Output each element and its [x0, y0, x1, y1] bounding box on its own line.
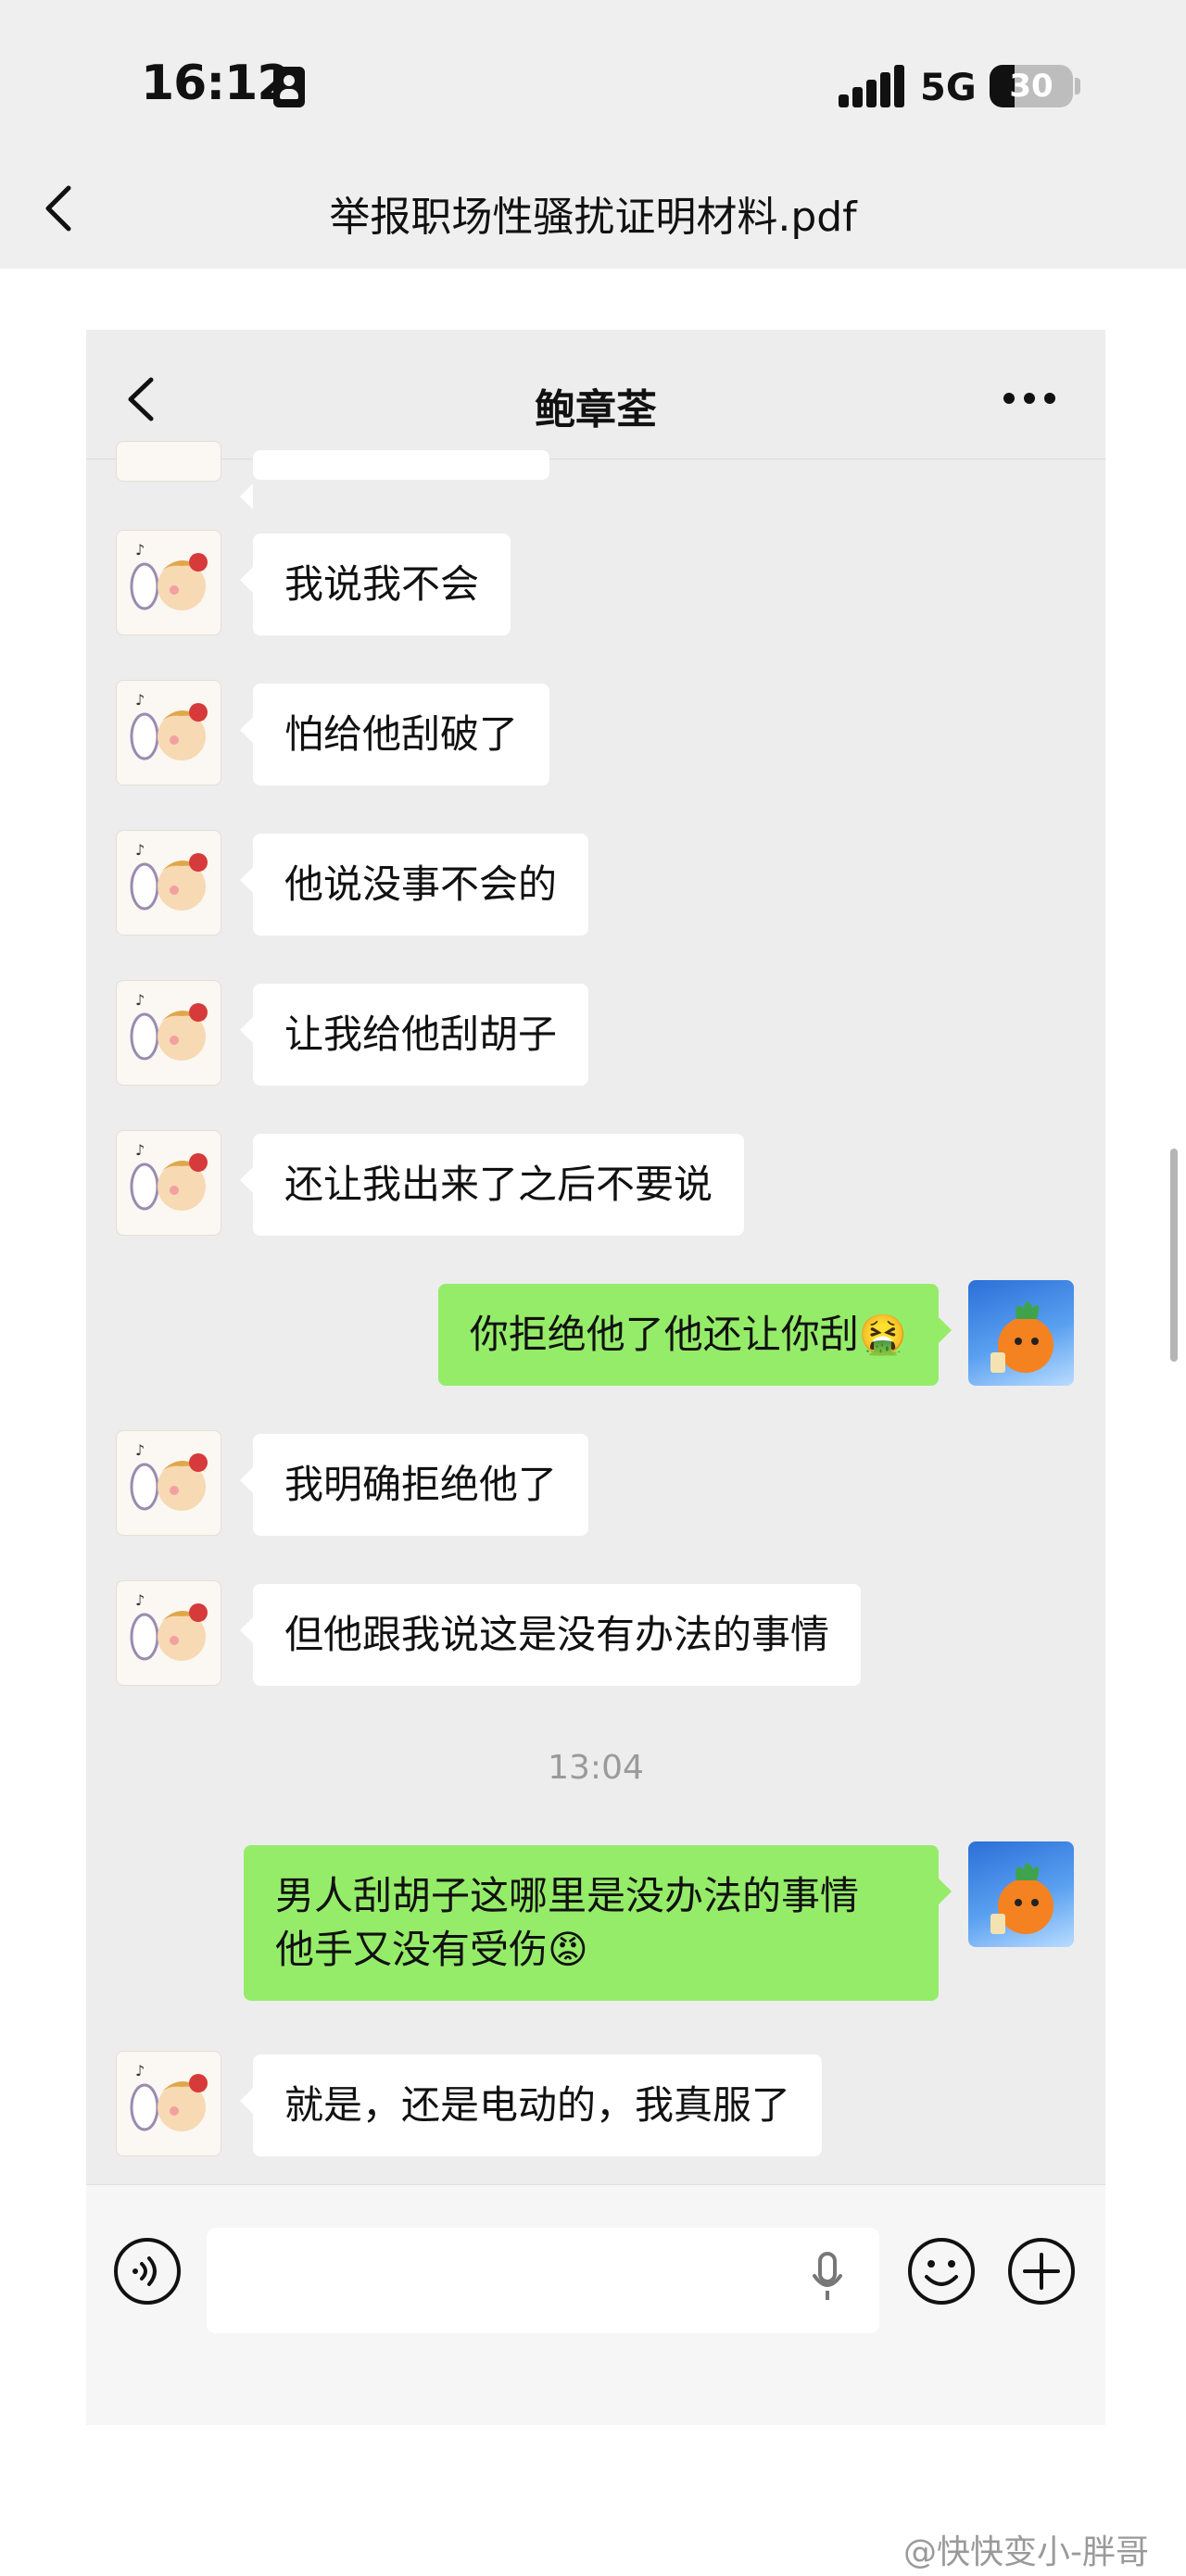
my-avatar[interactable] — [968, 1841, 1074, 1947]
contact-avatar[interactable]: ♪ — [116, 1580, 221, 1686]
svg-text:♪: ♪ — [135, 691, 145, 709]
network-type: 5G — [920, 67, 977, 109]
message-bubble-cut — [240, 450, 549, 509]
contact-card-icon — [273, 67, 305, 107]
chat-contact-name: 鲍章荃 — [535, 386, 657, 434]
carrot-character-icon — [990, 1301, 1054, 1373]
message-bubble: 但他跟我说这是没有办法的事情 — [239, 1584, 862, 1686]
svg-text:♪: ♪ — [135, 1141, 145, 1159]
chat-header: 鲍章荃 — [86, 330, 1105, 459]
contact-avatar[interactable]: ♪ — [116, 1130, 221, 1236]
chat-input-bar — [86, 2184, 1105, 2425]
weibo-watermark: @快快变小-胖哥 — [903, 2533, 1149, 2571]
message-bubble: 我说我不会 — [239, 534, 511, 635]
contact-avatar[interactable]: ♪ — [116, 830, 221, 936]
svg-text:♪: ♪ — [135, 991, 145, 1009]
girl-mirror-icon: ♪ — [130, 841, 208, 911]
battery-tip — [1075, 78, 1080, 94]
add-icon[interactable] — [1006, 2236, 1077, 2306]
message-bubble: 就是，还是电动的，我真服了 — [239, 2055, 823, 2156]
contact-avatar[interactable]: ♪ — [116, 530, 221, 635]
message-bubble: 让我给他刮胡子 — [239, 984, 589, 1086]
carrot-character-icon — [990, 1863, 1054, 1934]
document-scrollbar[interactable] — [1170, 1149, 1178, 1362]
emoji-icon[interactable] — [906, 2236, 977, 2306]
contact-avatar[interactable]: ♪ — [116, 2051, 221, 2156]
girl-mirror-icon: ♪ — [130, 1591, 208, 1661]
battery-icon: 30 — [990, 65, 1073, 107]
contact-avatar[interactable] — [116, 441, 221, 482]
svg-text:♪: ♪ — [135, 841, 145, 859]
girl-mirror-icon: ♪ — [130, 691, 208, 760]
pdf-file-title: 举报职场性骚扰证明材料.pdf — [329, 194, 857, 241]
message-input[interactable] — [207, 2228, 879, 2333]
contact-avatar[interactable]: ♪ — [116, 1430, 221, 1536]
status-bar: 16:12 5G 30 — [0, 0, 1186, 157]
girl-mirror-icon: ♪ — [130, 1141, 208, 1211]
status-time: 16:12 — [141, 56, 291, 111]
message-bubble: 我明确拒绝他了 — [239, 1434, 589, 1536]
message-bubble-outgoing: 男人刮胡子这哪里是没办法的事情 他手又没有受伤😡 — [244, 1845, 952, 2001]
battery-percent: 30 — [1009, 68, 1054, 105]
svg-text:♪: ♪ — [135, 2062, 145, 2080]
my-avatar[interactable] — [968, 1280, 1074, 1386]
more-options-icon[interactable] — [1003, 393, 1059, 406]
message-bubble-outgoing: 你拒绝他了他还让你刮🤮 — [437, 1284, 953, 1386]
message-bubble: 他说没事不会的 — [239, 834, 589, 936]
girl-mirror-icon: ♪ — [130, 991, 208, 1061]
girl-mirror-icon: ♪ — [130, 2062, 208, 2131]
svg-text:♪: ♪ — [135, 1591, 145, 1609]
signal-strength-icon — [839, 65, 904, 107]
microphone-icon[interactable] — [809, 2250, 846, 2306]
contact-avatar[interactable]: ♪ — [116, 980, 221, 1086]
voice-input-icon[interactable] — [112, 2236, 183, 2306]
chat-screenshot: 鲍章荃 ♪ 我说我不会 ♪ 怕给他刮破了 ♪ 他说没事不会的 ♪ 让我给他刮胡子… — [86, 330, 1105, 2425]
message-bubble: 还让我出来了之后不要说 — [239, 1134, 745, 1236]
contact-avatar[interactable]: ♪ — [116, 680, 221, 785]
girl-mirror-icon: ♪ — [130, 541, 208, 610]
svg-text:♪: ♪ — [135, 541, 145, 559]
message-bubble: 怕给他刮破了 — [239, 684, 550, 785]
top-area: 16:12 5G 30 举报职场性骚扰证明材料.pdf — [0, 0, 1186, 269]
chat-timestamp: 13:04 — [548, 1749, 644, 1787]
svg-text:♪: ♪ — [135, 1441, 145, 1459]
girl-mirror-icon: ♪ — [130, 1441, 208, 1511]
